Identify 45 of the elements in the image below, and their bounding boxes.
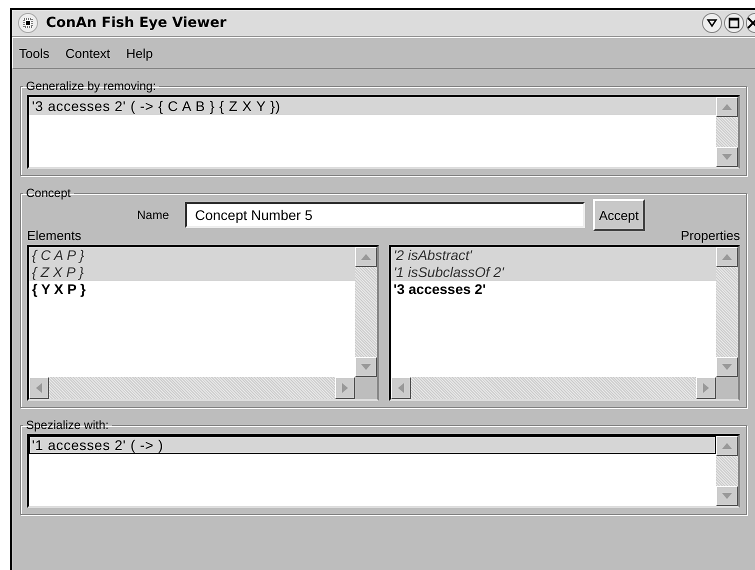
scroll-down-icon[interactable] — [716, 147, 738, 167]
app-menu-icon[interactable] — [18, 13, 38, 33]
list-box[interactable]: '3 accesses 2' ( -> { C A B } { Z X Y }) — [27, 95, 740, 169]
list-item[interactable]: '3 accesses 2' — [390, 281, 716, 298]
list-item[interactable]: '3 accesses 2' ( -> { C A B } { Z X Y }) — [29, 97, 716, 115]
vertical-scrollbar[interactable] — [716, 97, 738, 167]
list-item[interactable]: '1 accesses 2' ( -> ) — [29, 436, 716, 454]
scroll-up-icon[interactable] — [716, 436, 738, 456]
accept-button[interactable]: Accept — [593, 199, 645, 231]
scroll-left-icon[interactable] — [390, 377, 410, 399]
scroll-down-icon[interactable] — [716, 357, 738, 377]
group-label: Concept — [25, 186, 72, 200]
horizontal-scrollbar[interactable] — [29, 377, 354, 399]
scroll-right-icon[interactable] — [334, 377, 354, 399]
scroll-up-icon[interactable] — [716, 247, 738, 267]
elements-label: Elements — [27, 228, 82, 243]
menu-item[interactable]: Help — [126, 46, 153, 60]
scroll-up-icon[interactable] — [716, 97, 738, 117]
scroll-left-icon[interactable] — [29, 377, 49, 399]
properties-label: Properties — [680, 228, 740, 243]
menu-item[interactable]: Context — [65, 46, 110, 60]
scroll-right-icon[interactable] — [696, 377, 716, 399]
list-box[interactable]: { C A P } { Z X P } { Y X P } — [27, 245, 378, 401]
list-item[interactable]: '1 isSubclassOf 2' — [390, 264, 716, 281]
list-item[interactable]: { Y X P } — [29, 281, 354, 298]
list-item[interactable]: '2 isAbstract' — [390, 247, 716, 264]
vertical-scrollbar[interactable] — [716, 247, 738, 377]
vertical-scrollbar[interactable] — [354, 247, 376, 377]
horizontal-scrollbar[interactable] — [390, 377, 716, 399]
list-item[interactable]: { C A P } — [29, 247, 354, 264]
list-item[interactable]: { Z X P } — [29, 264, 354, 281]
list-box[interactable]: '2 isAbstract' '1 isSubclassOf 2' '3 accesses 2' — [388, 245, 740, 401]
scroll-up-icon[interactable] — [354, 247, 376, 267]
window-title: ConAn Fish Eye Viewer — [46, 15, 228, 31]
name-label: Name — [137, 208, 170, 222]
menu-item[interactable]: Tools — [19, 46, 50, 60]
group-label: Generalize by removing: — [25, 79, 158, 93]
vertical-scrollbar[interactable] — [716, 436, 738, 506]
group-label: Spezialize with: — [25, 418, 110, 432]
name-field[interactable]: Concept Number 5 — [185, 202, 585, 228]
scroll-down-icon[interactable] — [354, 357, 376, 377]
scroll-down-icon[interactable] — [716, 486, 738, 506]
list-box[interactable]: '1 accesses 2' ( -> ) — [27, 434, 740, 508]
maximize-icon[interactable] — [724, 13, 744, 33]
minimize-icon[interactable] — [702, 13, 722, 33]
